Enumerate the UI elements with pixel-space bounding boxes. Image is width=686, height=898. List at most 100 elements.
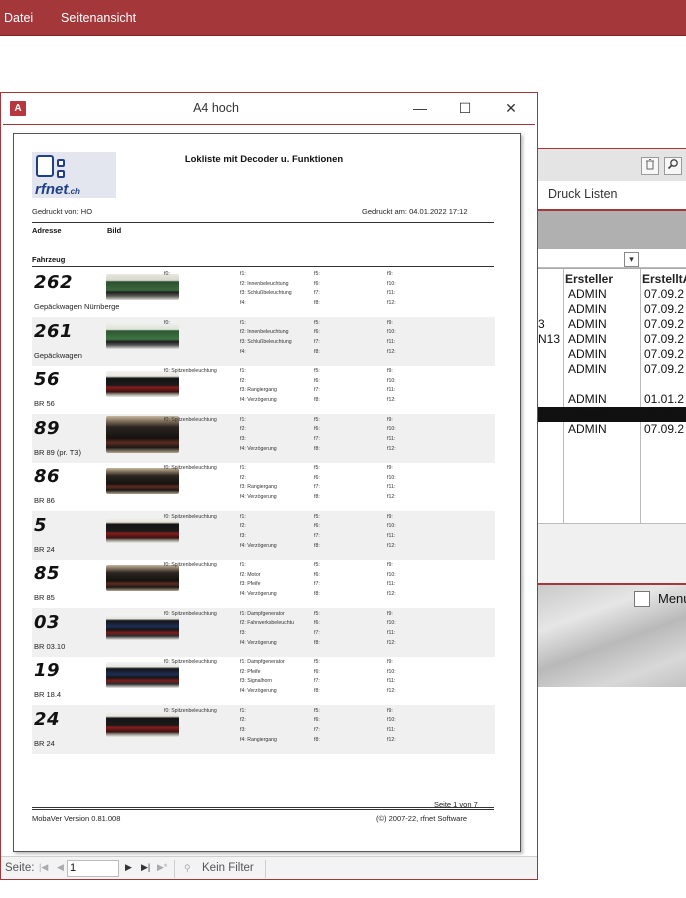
- function-f1: f1:: [240, 465, 246, 471]
- vehicle-address: 56: [34, 369, 61, 390]
- first-page-icon[interactable]: |◀: [39, 862, 48, 873]
- function-f7: f7:: [314, 629, 320, 636]
- background-photo: Menu: [538, 583, 686, 687]
- next-page-icon[interactable]: ▶: [125, 862, 132, 873]
- grid-cell-date[interactable]: 19.11.2: [644, 377, 683, 392]
- grid-cell-ersteller[interactable]: ADMIN: [568, 377, 607, 392]
- vehicle-row: 262 Gepäckwagen Nürnberge f0: f1: f2: Innenb…: [32, 268, 495, 317]
- grid-cell-date[interactable]: 07.09.2: [644, 302, 684, 317]
- grid-cell-date[interactable]: 07.09.2: [644, 287, 684, 302]
- grid-cell-name[interactable]: 3: [538, 317, 545, 332]
- function-f11: f11:: [387, 435, 396, 442]
- printed-at: Gedruckt am: 04.01.2022 17:12: [362, 207, 468, 216]
- grid-cell-date[interactable]: 07.09.2: [644, 347, 684, 362]
- function-f2: f2:: [240, 474, 246, 481]
- vehicle-address: 5: [34, 514, 48, 536]
- vehicle-row: 19 BR 18.4 f0: Spitzenbeleuchtung f1: Dampf…: [32, 656, 495, 705]
- column-bild: Bild: [107, 226, 122, 235]
- vehicle-name: BR 86: [34, 496, 55, 505]
- function-f6: f6:: [314, 717, 320, 724]
- function-f1: f1: Dampfgenerator: [240, 610, 285, 617]
- footer-rule: [32, 809, 494, 810]
- function-f12: f12:: [387, 688, 396, 695]
- vehicle-name: Gepäckwagen: [34, 350, 82, 360]
- grid-cell-ersteller[interactable]: ADMIN: [568, 422, 607, 437]
- menu-datei[interactable]: Datei: [4, 11, 33, 25]
- grid-cell-date[interactable]: 07.09.2: [644, 317, 684, 332]
- minimize-icon[interactable]: —: [409, 98, 431, 118]
- last-page-icon[interactable]: ▶|: [141, 862, 150, 873]
- new-record-icon[interactable]: ▶*: [157, 862, 167, 873]
- function-f7: f7:: [314, 290, 320, 297]
- logo-square-small: [57, 170, 65, 178]
- function-f1: f1:: [240, 271, 246, 277]
- function-f5: f5:: [314, 707, 320, 714]
- logo-square-large: [36, 155, 54, 177]
- filter-status[interactable]: Kein Filter: [202, 862, 254, 874]
- grid-cell-date[interactable]: 07.09.2: [644, 332, 684, 347]
- grid-cell-date[interactable]: 07.09.2: [644, 362, 684, 377]
- preview-area[interactable]: rfnet.ch Lokliste mit Decoder u. Funktio…: [3, 124, 535, 855]
- vehicle-row: 03 BR 03.10 f0: Spitzenbeleuchtung f1: Damp…: [32, 607, 495, 657]
- function-f10: f10:: [387, 329, 396, 336]
- function-f11: f11:: [387, 581, 396, 588]
- menu-label[interactable]: Menu: [658, 591, 686, 606]
- function-f11: f11:: [387, 678, 396, 685]
- page-number-input[interactable]: 1: [67, 860, 119, 877]
- grid-cell-ersteller[interactable]: ADMIN: [568, 407, 607, 422]
- vehicle-row: 24 BR 24 f0: Spitzenbeleuchtung f1: f2: f3: f4…: [32, 704, 495, 754]
- grid-cell-ersteller[interactable]: ADMIN: [568, 332, 607, 347]
- function-f2: f2: Innenbeleuchtung: [240, 329, 289, 336]
- function-f4: f4: Rangiergang: [240, 736, 277, 743]
- function-f4: f4: Verzögerung: [240, 591, 277, 598]
- maximize-icon[interactable]: ☐: [454, 98, 476, 118]
- function-f10: f10:: [387, 474, 396, 481]
- grid-cell-date[interactable]: 07.09.2: [644, 407, 684, 422]
- function-f6: f6:: [314, 280, 320, 287]
- grid-cell-ersteller[interactable]: ADMIN: [568, 317, 607, 332]
- function-f10: f10:: [387, 668, 396, 675]
- grid-cell-ersteller[interactable]: ADMIN: [568, 362, 607, 377]
- function-f3: f3: Pfeife: [240, 581, 261, 588]
- grid-cell-name[interactable]: N13: [538, 332, 560, 347]
- function-f9: f9:: [387, 562, 393, 568]
- previous-page-icon[interactable]: ◀: [57, 862, 64, 873]
- function-f7: f7:: [314, 338, 320, 345]
- grid-cell-date[interactable]: 07.09.2: [644, 422, 684, 437]
- menu-seitenansicht[interactable]: Seitenansicht: [61, 11, 136, 25]
- grid-cell-ersteller[interactable]: ADMIN: [568, 302, 607, 317]
- function-f9: f9:: [387, 610, 393, 617]
- vehicle-address: 89: [34, 417, 61, 439]
- title-bar[interactable]: A A4 hoch — ☐ ✕: [1, 93, 537, 124]
- column-header-erstelltam[interactable]: ErstelltA: [642, 272, 686, 286]
- function-f0: f0: Spitzenbeleuchtung: [164, 465, 217, 471]
- grid-cell-date[interactable]: 01.01.2: [644, 392, 684, 407]
- search-icon[interactable]: [664, 157, 682, 175]
- druck-listen-tab[interactable]: Druck Listen: [548, 187, 617, 201]
- filter-dropdown[interactable]: [538, 252, 686, 268]
- menu-bar: Datei Seitenansicht: [0, 0, 686, 36]
- close-icon[interactable]: ✕: [500, 98, 522, 118]
- grid-cell-ersteller[interactable]: ADMIN: [568, 347, 607, 362]
- function-f12: f12:: [387, 542, 396, 549]
- function-f11: f11:: [387, 532, 396, 539]
- function-f6: f6:: [314, 523, 320, 530]
- function-f3: f3: Schlußbeleuchtung: [240, 290, 292, 297]
- grid-cell-ersteller[interactable]: ADMIN: [568, 287, 607, 302]
- function-f4: f4: Verzögerung: [240, 397, 277, 404]
- menu-button[interactable]: [634, 591, 650, 607]
- function-f12: f12:: [387, 445, 396, 452]
- filter-icon: ⚲: [184, 863, 191, 873]
- function-f5: f5:: [314, 319, 320, 326]
- column-header-ersteller[interactable]: Ersteller: [565, 272, 613, 286]
- grid-cell-ersteller[interactable]: ADMIN: [568, 392, 607, 407]
- function-f5: f5:: [314, 368, 320, 374]
- trash-icon[interactable]: [641, 157, 659, 175]
- vehicle-name: BR 24: [34, 544, 55, 554]
- function-f0: f0: Spitzenbeleuchtung: [164, 416, 217, 423]
- function-f3: f3: Rangiergang: [240, 484, 277, 491]
- function-f0: f0:: [164, 319, 170, 326]
- function-f7: f7:: [314, 435, 320, 442]
- chevron-down-icon[interactable]: ▾: [624, 252, 639, 267]
- function-f6: f6:: [314, 329, 320, 336]
